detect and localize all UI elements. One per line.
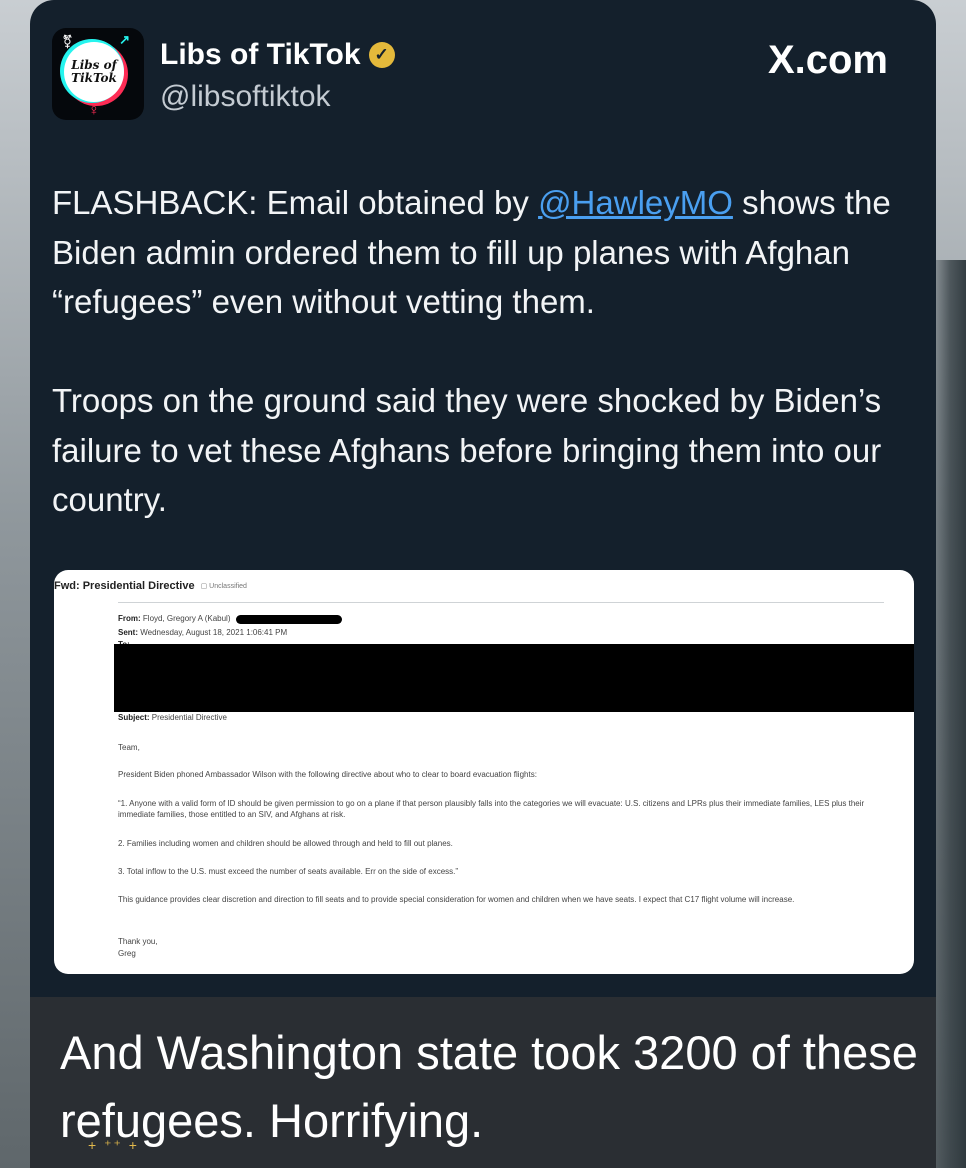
email-intro: President Biden phoned Ambassador Wilson… <box>118 770 537 779</box>
post-text-intro: FLASHBACK: Email obtained by <box>52 184 539 221</box>
user-handle[interactable]: @libsoftiktok <box>160 80 331 114</box>
from-label: From: <box>118 614 141 623</box>
email-title-row: Fwd: Presidential Directive Unclassified <box>54 580 247 592</box>
display-name[interactable]: Libs of TikTok <box>160 38 361 72</box>
email-title: Fwd: Presidential Directive <box>54 580 195 592</box>
avatar-line2: TikTok <box>71 71 117 85</box>
libs-of-tiktok-logo: Libs of TikTok <box>64 42 124 102</box>
from-value: Floyd, Gregory A (Kabul) <box>142 614 231 623</box>
sent-line: Sent: Wednesday, August 18, 2021 1:06:41… <box>118 628 287 637</box>
redaction-bar <box>236 615 342 624</box>
email-greeting: Team, <box>118 743 140 752</box>
subject-value: Presidential Directive <box>151 713 227 722</box>
subject-line: Subject: Presidential Directive <box>118 713 227 722</box>
email-signoff: Thank you, <box>118 937 158 946</box>
female-symbol-icon: ♀ <box>88 102 100 119</box>
verified-badge-icon: ✓ <box>368 42 395 68</box>
caption-overlay: And Washington state took 3200 of these … <box>30 997 936 1168</box>
post-card: ⚧ ↗ Libs of TikTok ♀ Libs of TikTok ✓ @l… <box>30 0 936 1168</box>
display-name-row[interactable]: Libs of TikTok ✓ <box>160 38 395 72</box>
post-text: FLASHBACK: Email obtained by @HawleyMO s… <box>52 178 902 525</box>
avatar[interactable]: ⚧ ↗ Libs of TikTok ♀ <box>52 28 144 120</box>
subject-label: Subject: <box>118 713 150 722</box>
sent-value: Wednesday, August 18, 2021 1:06:41 PM <box>140 628 288 637</box>
email-screenshot[interactable]: Fwd: Presidential Directive Unclassified… <box>54 570 914 974</box>
redaction-block <box>114 644 914 712</box>
divider <box>118 602 884 603</box>
classification-label: Unclassified <box>201 582 247 590</box>
directive-item-3: 3. Total inflow to the U.S. must exceed … <box>118 867 459 876</box>
from-line: From: Floyd, Gregory A (Kabul) <box>118 614 231 623</box>
sparkle-icon: + ⁺⁺ + <box>88 1137 139 1153</box>
email-signature: Greg <box>118 949 136 958</box>
caption-text: And Washington state took 3200 of these … <box>60 1026 918 1147</box>
mention-link[interactable]: @HawleyMO <box>538 184 733 221</box>
transgender-symbol-icon: ⚧ <box>62 34 73 49</box>
arrow-icon: ↗ <box>119 32 130 47</box>
email-guidance: This guidance provides clear discretion … <box>118 895 795 904</box>
post-text-body: shows the Biden admin ordered them to fi… <box>52 184 891 518</box>
directive-item-2: 2. Families including women and children… <box>118 839 453 848</box>
sent-label: Sent: <box>118 628 138 637</box>
x-brand-logo: X.com <box>767 38 888 82</box>
directive-item-1: “1. Anyone with a valid form of ID shoul… <box>118 799 865 819</box>
